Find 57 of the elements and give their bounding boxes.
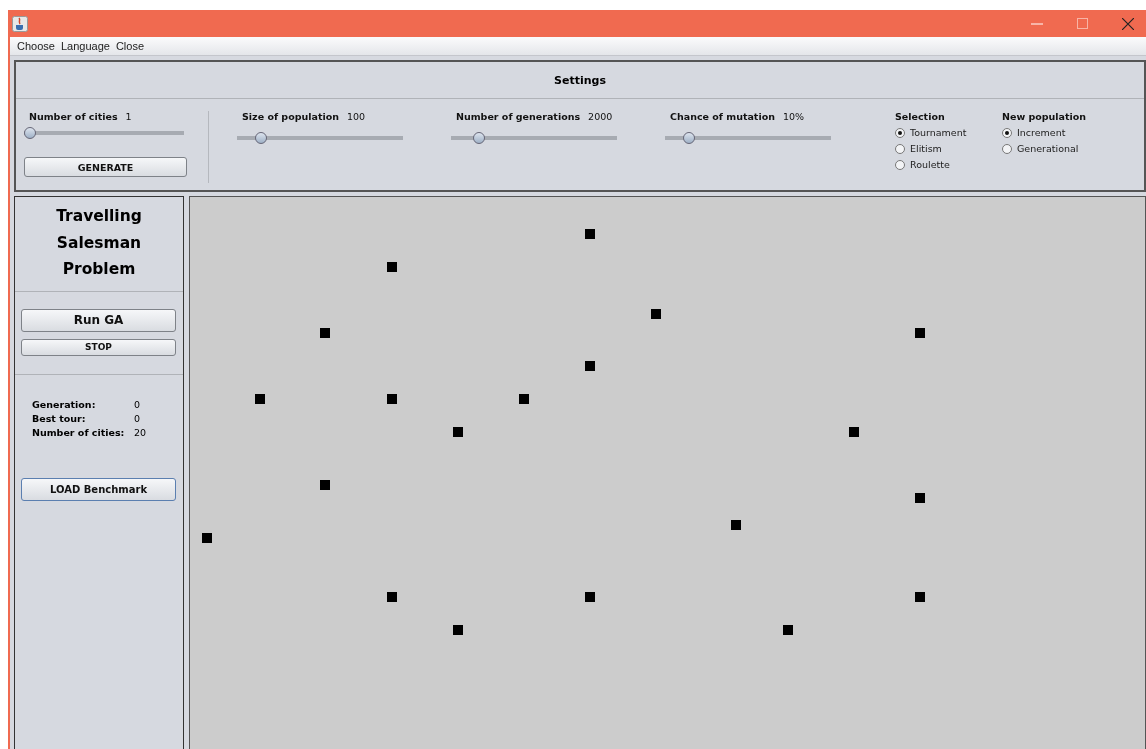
slider-label: Size of population [242,111,339,124]
radio-button[interactable]: Elitism [895,143,1000,154]
city-marker [202,533,212,543]
city-marker [585,229,595,239]
slider-thumb[interactable] [683,132,696,144]
radio-button[interactable]: Generational [1002,143,1107,154]
city-marker [453,427,463,437]
maximize-icon[interactable] [1077,18,1088,29]
stat-value: 0 [134,412,142,424]
slider-thumb[interactable] [24,127,36,139]
slider-value: 1 [125,111,132,124]
city-marker [453,625,463,635]
menu-item[interactable]: Close [115,40,144,52]
city-marker [731,520,741,530]
stat-label: Number of cities: [32,426,126,438]
city-marker [320,328,330,338]
city-marker [585,361,595,371]
menu-item[interactable]: Language [60,40,110,52]
radio-button[interactable]: Tournament [895,127,1000,138]
menu-item[interactable]: Choose [17,40,55,52]
slider-value: 2000 [588,111,613,124]
city-marker [783,625,793,635]
stat-label: Best tour: [32,412,87,424]
stat-value: 0 [134,398,142,410]
city-marker [387,262,397,272]
city-marker [585,592,595,602]
slider-thumb[interactable] [472,132,485,144]
selection-label: Selection [895,111,946,122]
slider-value: 100 [347,111,366,124]
slider-label: Number of generations [456,111,581,124]
city-marker [387,592,397,602]
run-button[interactable]: Run GA [21,308,176,332]
slider-value: 10% [782,111,805,124]
cup-icon [12,15,28,32]
city-marker [519,394,529,404]
app-title: Travelling Salesman Problem [55,206,143,280]
city-marker [255,394,265,404]
new-population-label: New population [1002,111,1088,122]
load-button[interactable]: LOAD Benchmark [21,477,176,501]
radio-button[interactable]: Roulette [895,159,1000,170]
stop-button[interactable]: STOP [21,338,176,356]
stat-value: 20 [134,426,148,438]
city-marker [915,493,925,503]
slider-label: Number of cities [29,111,118,124]
settings-title: Settings [554,73,606,87]
city-marker [849,427,859,437]
city-marker [387,394,397,404]
city-marker [915,592,925,602]
radio-button[interactable]: Increment [1002,127,1107,138]
generate-button[interactable]: GENERATE [24,157,187,177]
city-marker [915,328,925,338]
stat-label: Generation: [32,398,97,410]
close-icon[interactable] [1122,17,1134,30]
slider-thumb[interactable] [255,132,268,144]
city-marker [651,309,661,319]
slider-label: Chance of mutation [670,111,775,124]
city-marker [320,480,330,490]
